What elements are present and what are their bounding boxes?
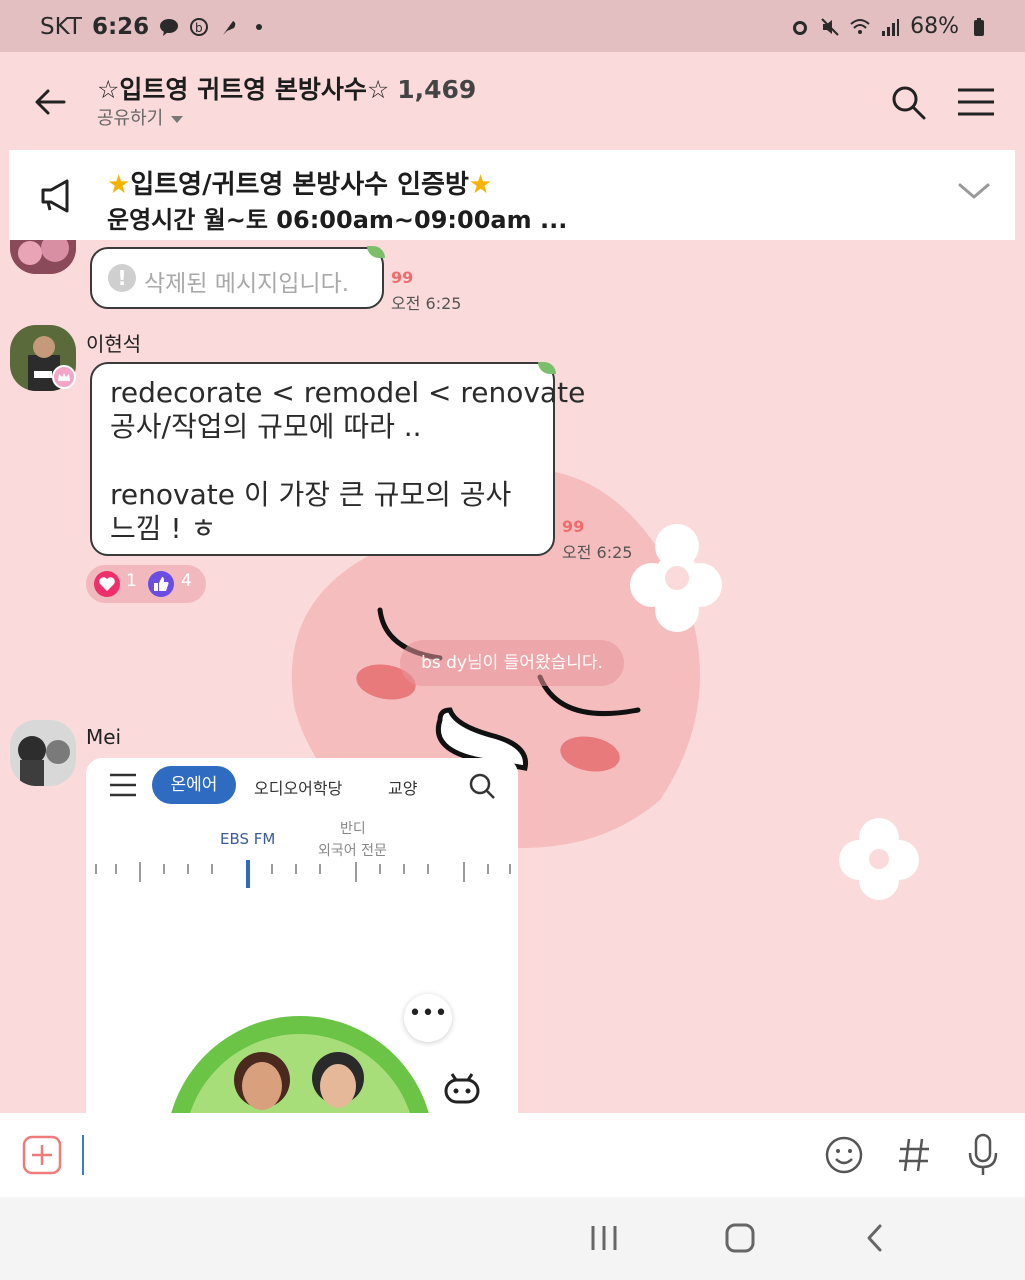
- program-photo: [171, 1016, 429, 1113]
- recent-apps-icon[interactable]: [588, 1223, 620, 1253]
- megaphone-icon: [41, 179, 69, 213]
- station2-line2: 외국어 전문: [318, 843, 387, 859]
- star-icon: ★: [107, 170, 131, 200]
- status-bar: SKT 6:26 b 68%: [0, 0, 1025, 52]
- emoji-icon[interactable]: [824, 1135, 864, 1175]
- like-reaction-icon[interactable]: [148, 571, 174, 597]
- heart-reaction-count: 1: [126, 571, 137, 591]
- chevron-down-icon[interactable]: [957, 180, 991, 202]
- pinned-notice[interactable]: ★입트영/귀트영 본방사수 인증방★ 운영시간 월~토 06:00am~09:0…: [9, 150, 1015, 240]
- menu-icon[interactable]: [956, 86, 996, 118]
- add-attachment-icon[interactable]: [22, 1135, 62, 1175]
- share-dropdown[interactable]: 공유하기: [97, 104, 184, 130]
- caret-down-icon: [171, 115, 184, 123]
- unread-count: 99: [562, 517, 585, 536]
- chat-area[interactable]: ! 삭제된 메시지입니다. 99 오전 6:25 이현석 redecorate …: [0, 240, 1025, 1113]
- clock: 6:26: [91, 14, 150, 40]
- hamburger-icon: [110, 773, 136, 797]
- member-count: 1,469: [397, 75, 477, 104]
- system-join-notice: bs dy님이 들어왔습니다.: [400, 640, 624, 686]
- chat-header: ☆입트영 귀트영 본방사수☆ 1,469 공유하기: [0, 52, 1025, 150]
- station-label: EBS FM: [220, 830, 276, 848]
- exclamation-icon: !: [108, 264, 136, 292]
- mute-icon: [821, 17, 839, 36]
- sender-name: Mei: [86, 725, 122, 749]
- tuner-dial: [95, 860, 511, 888]
- station2-line1: 반디: [340, 821, 366, 837]
- crown-badge-icon: [52, 365, 76, 389]
- message-input[interactable]: [82, 1135, 784, 1175]
- chat-title-text: ☆입트영 귀트영 본방사수☆: [97, 75, 390, 104]
- talk-icon: [160, 19, 179, 36]
- chat-title: ☆입트영 귀트영 본방사수☆ 1,469: [97, 70, 476, 106]
- avatar[interactable]: [10, 720, 76, 786]
- message-time: 오전 6:25: [562, 543, 633, 562]
- home-icon[interactable]: [724, 1223, 756, 1253]
- notice-title: ★입트영/귀트영 본방사수 인증방★: [107, 164, 492, 201]
- search-icon: [469, 773, 495, 799]
- dot-icon: [256, 24, 263, 30]
- battery-percent: 68%: [910, 14, 959, 39]
- carrier-label: SKT: [40, 14, 82, 40]
- heart-reaction-icon[interactable]: [94, 571, 120, 597]
- battery-icon: [974, 17, 984, 36]
- notice-title-text: 입트영/귀트영 본방사수 인증방: [130, 170, 469, 200]
- star-icon: ★: [468, 170, 493, 200]
- alarm-icon: [793, 20, 808, 35]
- message-bubble[interactable]: redecorate < remodel < renovate 공사/작업의 규…: [90, 362, 585, 556]
- reactions-bar[interactable]: 1 4: [86, 565, 206, 603]
- tab-culture: 교양: [388, 779, 418, 798]
- tab-onair: 온에어: [152, 766, 236, 804]
- b-icon: b: [190, 18, 209, 36]
- share-label: 공유하기: [97, 108, 164, 129]
- system-nav-bar: [0, 1197, 1025, 1280]
- like-reaction-count: 4: [181, 571, 192, 591]
- deleted-message-bubble[interactable]: ! 삭제된 메시지입니다.: [90, 247, 384, 309]
- back-arrow-icon[interactable]: [30, 82, 70, 122]
- svg-text:b: b: [195, 21, 203, 35]
- camera-icon: [444, 1073, 480, 1104]
- more-options-icon: •••: [404, 994, 452, 1042]
- back-nav-icon[interactable]: [862, 1223, 888, 1253]
- message-text: redecorate < remodel < renovate 공사/작업의 규…: [110, 376, 586, 545]
- avatar-photo: [10, 720, 76, 786]
- sender-name: 이현석: [86, 332, 142, 356]
- deleted-message-text: 삭제된 메시지입니다.: [144, 271, 350, 297]
- hashtag-icon[interactable]: [896, 1135, 932, 1175]
- feather-icon: [223, 21, 236, 35]
- microphone-icon[interactable]: [966, 1133, 1000, 1177]
- message-input-bar: [0, 1113, 1025, 1197]
- signal-icon: [882, 18, 900, 36]
- search-icon[interactable]: [888, 82, 928, 122]
- wifi-icon: [850, 18, 870, 34]
- shared-image[interactable]: 온에어 오디오어학당 교양 EBS FM 반디 외국어 전문 •••: [86, 758, 518, 1113]
- notice-body: 운영시간 월~토 06:00am~09:00am ...: [107, 206, 568, 234]
- tab-audio-school: 오디오어학당: [254, 779, 343, 798]
- unread-count: 99: [391, 268, 414, 287]
- message-time: 오전 6:25: [391, 294, 462, 313]
